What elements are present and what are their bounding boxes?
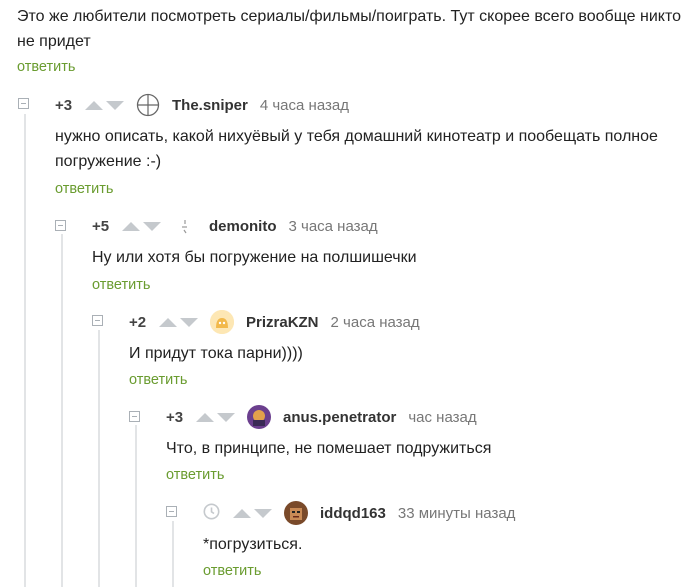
thread-line[interactable] — [61, 234, 63, 587]
thread-line[interactable] — [172, 521, 174, 587]
minus-square-icon[interactable] — [166, 506, 177, 517]
minus-square-icon[interactable] — [129, 411, 140, 422]
rating-score: +2 — [129, 313, 147, 331]
comment-text: Ну или хотя бы погружение на полшишечки — [92, 249, 417, 266]
arrow-up-icon[interactable] — [85, 100, 103, 110]
arrow-up-icon[interactable] — [233, 508, 251, 518]
ghost-icon — [210, 310, 234, 334]
avatar[interactable] — [284, 501, 308, 525]
reply-link[interactable]: ответить — [17, 59, 75, 75]
minus-square-icon[interactable] — [18, 98, 29, 109]
comment-text: Что, в принципе, не помешает подружиться — [166, 440, 492, 457]
username[interactable]: iddqd163 — [320, 505, 386, 522]
comment-text: И придут тока парни)))) — [129, 345, 303, 362]
minus-square-icon[interactable] — [92, 315, 103, 326]
comment-header: +3 anus.penetrator час назад — [166, 405, 477, 429]
thread-line[interactable] — [24, 114, 26, 587]
thread-line[interactable] — [98, 330, 100, 587]
avatar[interactable] — [247, 405, 271, 429]
reply-link[interactable]: ответить — [166, 467, 224, 483]
timestamp[interactable]: час назад — [408, 409, 476, 426]
rating-score: +3 — [55, 96, 73, 114]
comment-text: *погрузиться. — [203, 536, 303, 553]
timestamp[interactable]: 2 часа назад — [331, 314, 420, 331]
doomguy-avatar-icon — [284, 501, 308, 525]
clock-icon — [203, 503, 220, 519]
reply-link[interactable]: ответить — [203, 563, 261, 579]
rating-score-pending — [203, 503, 233, 524]
reply-link[interactable]: ответить — [129, 372, 187, 388]
timestamp[interactable]: 4 часа назад — [260, 97, 349, 114]
reply-link[interactable]: ответить — [92, 277, 150, 293]
rating-score: +5 — [92, 217, 110, 235]
arrow-down-icon[interactable] — [106, 100, 124, 110]
minus-square-icon[interactable] — [55, 220, 66, 231]
username[interactable]: demonito — [209, 218, 277, 235]
comment-header: +2 PrizraKZN 2 часа назад — [129, 310, 420, 334]
sparkle-icon — [182, 220, 187, 234]
reply-link[interactable]: ответить — [55, 181, 113, 197]
timestamp[interactable]: 33 минуты назад — [398, 505, 516, 522]
character-avatar-icon — [247, 405, 271, 429]
crosshair-icon — [136, 93, 160, 117]
comment-header: +5 demonito 3 часа назад — [92, 215, 378, 237]
thread-line[interactable] — [135, 425, 137, 587]
avatar[interactable] — [173, 214, 197, 238]
avatar[interactable] — [136, 93, 160, 117]
rating-score: +3 — [166, 408, 184, 426]
arrow-down-icon[interactable] — [143, 221, 161, 231]
username[interactable]: The.sniper — [172, 97, 248, 114]
arrow-up-icon[interactable] — [122, 221, 140, 231]
comment-text: нужно описать, какой нихуёвый у тебя дом… — [55, 128, 658, 170]
comment-header: iddqd163 33 минуты назад — [203, 501, 516, 525]
comment-header: +3 The.sniper 4 часа назад — [55, 93, 349, 117]
arrow-up-icon[interactable] — [159, 317, 177, 327]
username[interactable]: anus.penetrator — [283, 409, 396, 426]
avatar[interactable] — [210, 310, 234, 334]
username[interactable]: PrizraKZN — [246, 314, 319, 331]
arrow-down-icon[interactable] — [180, 317, 198, 327]
timestamp[interactable]: 3 часа назад — [289, 218, 378, 235]
arrow-up-icon[interactable] — [196, 412, 214, 422]
arrow-down-icon[interactable] — [254, 508, 272, 518]
comment-text: Это же любители посмотреть сериалы/фильм… — [17, 8, 682, 50]
arrow-down-icon[interactable] — [217, 412, 235, 422]
